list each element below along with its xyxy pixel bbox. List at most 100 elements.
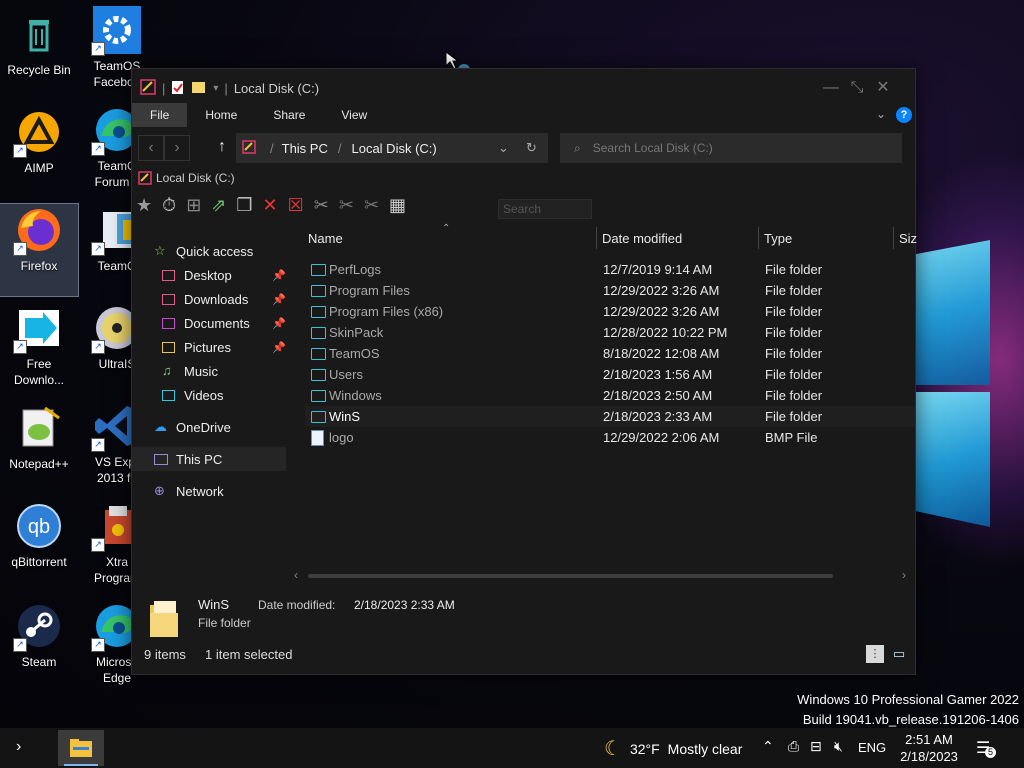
- expand-ribbon-chevron-icon[interactable]: ⌄: [876, 107, 886, 121]
- nav-label: Quick access: [176, 243, 254, 259]
- action-center-icon[interactable]: ☰ 5: [976, 738, 996, 758]
- desktop-icon-qbittorrent[interactable]: qb qBittorrent: [0, 500, 78, 592]
- customize-quick-access-icon[interactable]: ▾: [213, 83, 218, 94]
- column-divider[interactable]: [596, 227, 597, 249]
- weather-condition: Mostly clear: [667, 740, 743, 757]
- tab-home[interactable]: Home: [187, 103, 255, 127]
- table-row[interactable]: Windows 2/18/2023 2:50 AM File folder: [305, 385, 915, 406]
- scroll-right-arrow-icon[interactable]: ›: [902, 568, 906, 582]
- desktop-icon-firefox[interactable]: ↗ Firefox: [0, 203, 79, 297]
- desktop-icon-recycle-bin[interactable]: Recycle Bin: [0, 8, 78, 100]
- drive-app-icon: [138, 171, 152, 185]
- cut-alt2-icon[interactable]: ✂: [364, 195, 379, 216]
- move-to-icon[interactable]: ⇗: [211, 195, 226, 216]
- search-box[interactable]: ⌕ Search Local Disk (C:): [560, 133, 902, 163]
- tab-share[interactable]: Share: [255, 103, 323, 127]
- help-icon[interactable]: ?: [896, 107, 912, 123]
- weather-widget[interactable]: ☾ 32°F Mostly clear: [604, 736, 742, 761]
- nav-music[interactable]: ♫ Music: [132, 359, 292, 383]
- table-row[interactable]: Program Files 12/29/2022 3:26 AM File fo…: [305, 280, 915, 301]
- refresh-icon[interactable]: ↻: [526, 140, 537, 156]
- nav-onedrive[interactable]: ☁ OneDrive: [132, 415, 292, 439]
- up-button[interactable]: ↑: [210, 135, 234, 159]
- search-input[interactable]: Search Local Disk (C:): [593, 141, 713, 155]
- copy-to-icon[interactable]: ❐: [236, 195, 252, 216]
- windows-logo-pane-top: [914, 240, 990, 385]
- clock[interactable]: 2:51 AM 2/18/2023: [894, 731, 964, 765]
- table-row[interactable]: SkinPack 12/28/2022 10:22 PM File folder: [305, 322, 915, 343]
- large-icons-view-button[interactable]: ▭: [890, 645, 908, 663]
- toolbar-search-input[interactable]: Search: [498, 199, 592, 219]
- table-row[interactable]: Users 2/18/2023 1:56 AM File folder: [305, 364, 915, 385]
- nav-this-pc[interactable]: This PC: [132, 447, 286, 471]
- table-row-selected[interactable]: WinS 2/18/2023 2:33 AM File folder: [305, 406, 915, 427]
- minimize-button[interactable]: —: [820, 77, 842, 99]
- desktop-icon-steam[interactable]: ↗ Steam: [0, 600, 78, 692]
- location-label-box: Local Disk (C:): [138, 171, 235, 185]
- volume-muted-icon[interactable]: 🔇︎: [834, 738, 843, 755]
- nav-label: Network: [176, 483, 224, 499]
- nav-desktop[interactable]: Desktop 📌: [132, 263, 292, 287]
- nav-documents[interactable]: Documents 📌: [132, 311, 292, 335]
- favorites-star-icon[interactable]: ★: [136, 195, 152, 216]
- scroll-left-arrow-icon[interactable]: ‹: [294, 568, 298, 582]
- table-row[interactable]: Program Files (x86) 12/29/2022 3:26 AM F…: [305, 301, 915, 322]
- history-clock-icon[interactable]: ⏱: [162, 195, 176, 216]
- file-name: SkinPack: [329, 325, 384, 340]
- breadcrumb-local-disk[interactable]: Local Disk (C:): [351, 141, 436, 156]
- address-bar[interactable]: / This PC / Local Disk (C:) ⌄ ↻: [236, 133, 548, 163]
- forward-button[interactable]: ›: [164, 135, 190, 161]
- file-date: 8/18/2022 12:08 AM: [603, 346, 720, 361]
- column-size[interactable]: Siz: [899, 231, 917, 246]
- tab-view[interactable]: View: [323, 103, 385, 127]
- nav-network[interactable]: ⊕ Network: [132, 479, 292, 503]
- shortcut-arrow-icon: ↗: [13, 638, 27, 652]
- maximize-button[interactable]: ⤡: [846, 77, 868, 99]
- desktop-icon-free-download[interactable]: ↗ Free Downlo...: [0, 302, 78, 394]
- nav-pictures[interactable]: Pictures 📌: [132, 335, 292, 359]
- details-type: File folder: [198, 616, 251, 630]
- separator: |: [224, 80, 228, 96]
- column-divider[interactable]: [758, 227, 759, 249]
- meet-now-icon[interactable]: ⎙: [788, 738, 799, 755]
- cut-icon[interactable]: ✂: [314, 195, 329, 216]
- navigation-bar: ‹ › ↑ / This PC / Local Disk (C:) ⌄ ↻ ⌕ …: [132, 131, 915, 165]
- language-indicator[interactable]: ENG: [858, 740, 886, 755]
- os-watermark: Windows 10 Professional Gamer 2022 Build…: [797, 690, 1019, 730]
- properties-icon[interactable]: [171, 79, 185, 98]
- back-button[interactable]: ‹: [138, 135, 164, 161]
- file-date: 2/18/2023 2:33 AM: [603, 409, 713, 424]
- table-row[interactable]: TeamOS 8/18/2022 12:08 AM File folder: [305, 343, 915, 364]
- details-view-button[interactable]: ⋮: [866, 645, 884, 663]
- table-row[interactable]: PerfLogs 12/7/2019 9:14 AM File folder: [305, 259, 915, 280]
- delete-permanently-icon[interactable]: ☒: [288, 195, 304, 216]
- desktop-icon-aimp[interactable]: ↗ AIMP: [0, 106, 78, 198]
- table-row[interactable]: logo 12/29/2022 2:06 AM BMP File: [305, 427, 915, 448]
- start-chevron-icon[interactable]: ›: [16, 738, 21, 756]
- show-hidden-icons-chevron-icon[interactable]: ⌃: [762, 738, 774, 755]
- close-button[interactable]: ✕: [872, 77, 894, 99]
- column-divider[interactable]: [893, 227, 894, 249]
- address-history-chevron-icon[interactable]: ⌄: [498, 140, 509, 156]
- delete-icon[interactable]: ✕: [263, 195, 278, 216]
- tab-file[interactable]: File: [132, 103, 188, 127]
- taskbar-file-explorer-button[interactable]: [58, 730, 104, 766]
- nav-downloads[interactable]: Downloads 📌: [132, 287, 292, 311]
- horizontal-scrollbar[interactable]: [308, 574, 833, 578]
- desktop-icon-notepadpp[interactable]: Notepad++: [0, 402, 78, 494]
- file-date: 2/18/2023 1:56 AM: [603, 367, 713, 382]
- cut-alt-icon[interactable]: ✂: [339, 195, 354, 216]
- file-explorer-window: | ▾ | Local Disk (C:) — ⤡ ✕ File Home Sh…: [131, 68, 917, 675]
- breadcrumb-this-pc[interactable]: This PC: [282, 141, 328, 156]
- new-folder-icon[interactable]: [191, 79, 207, 98]
- nav-quick-access[interactable]: ☆ Quick access: [132, 239, 292, 263]
- windows-flag-icon[interactable]: ⊞: [186, 195, 201, 216]
- column-type[interactable]: Type: [764, 231, 792, 246]
- drive-app-icon: [242, 139, 256, 157]
- column-name[interactable]: Name: [308, 231, 343, 246]
- steam-icon: ↗: [13, 602, 63, 652]
- nav-videos[interactable]: Videos: [132, 383, 292, 407]
- view-options-icon[interactable]: ▦: [389, 195, 406, 216]
- network-status-icon[interactable]: ⊟: [810, 738, 822, 755]
- column-date-modified[interactable]: Date modified: [602, 231, 682, 246]
